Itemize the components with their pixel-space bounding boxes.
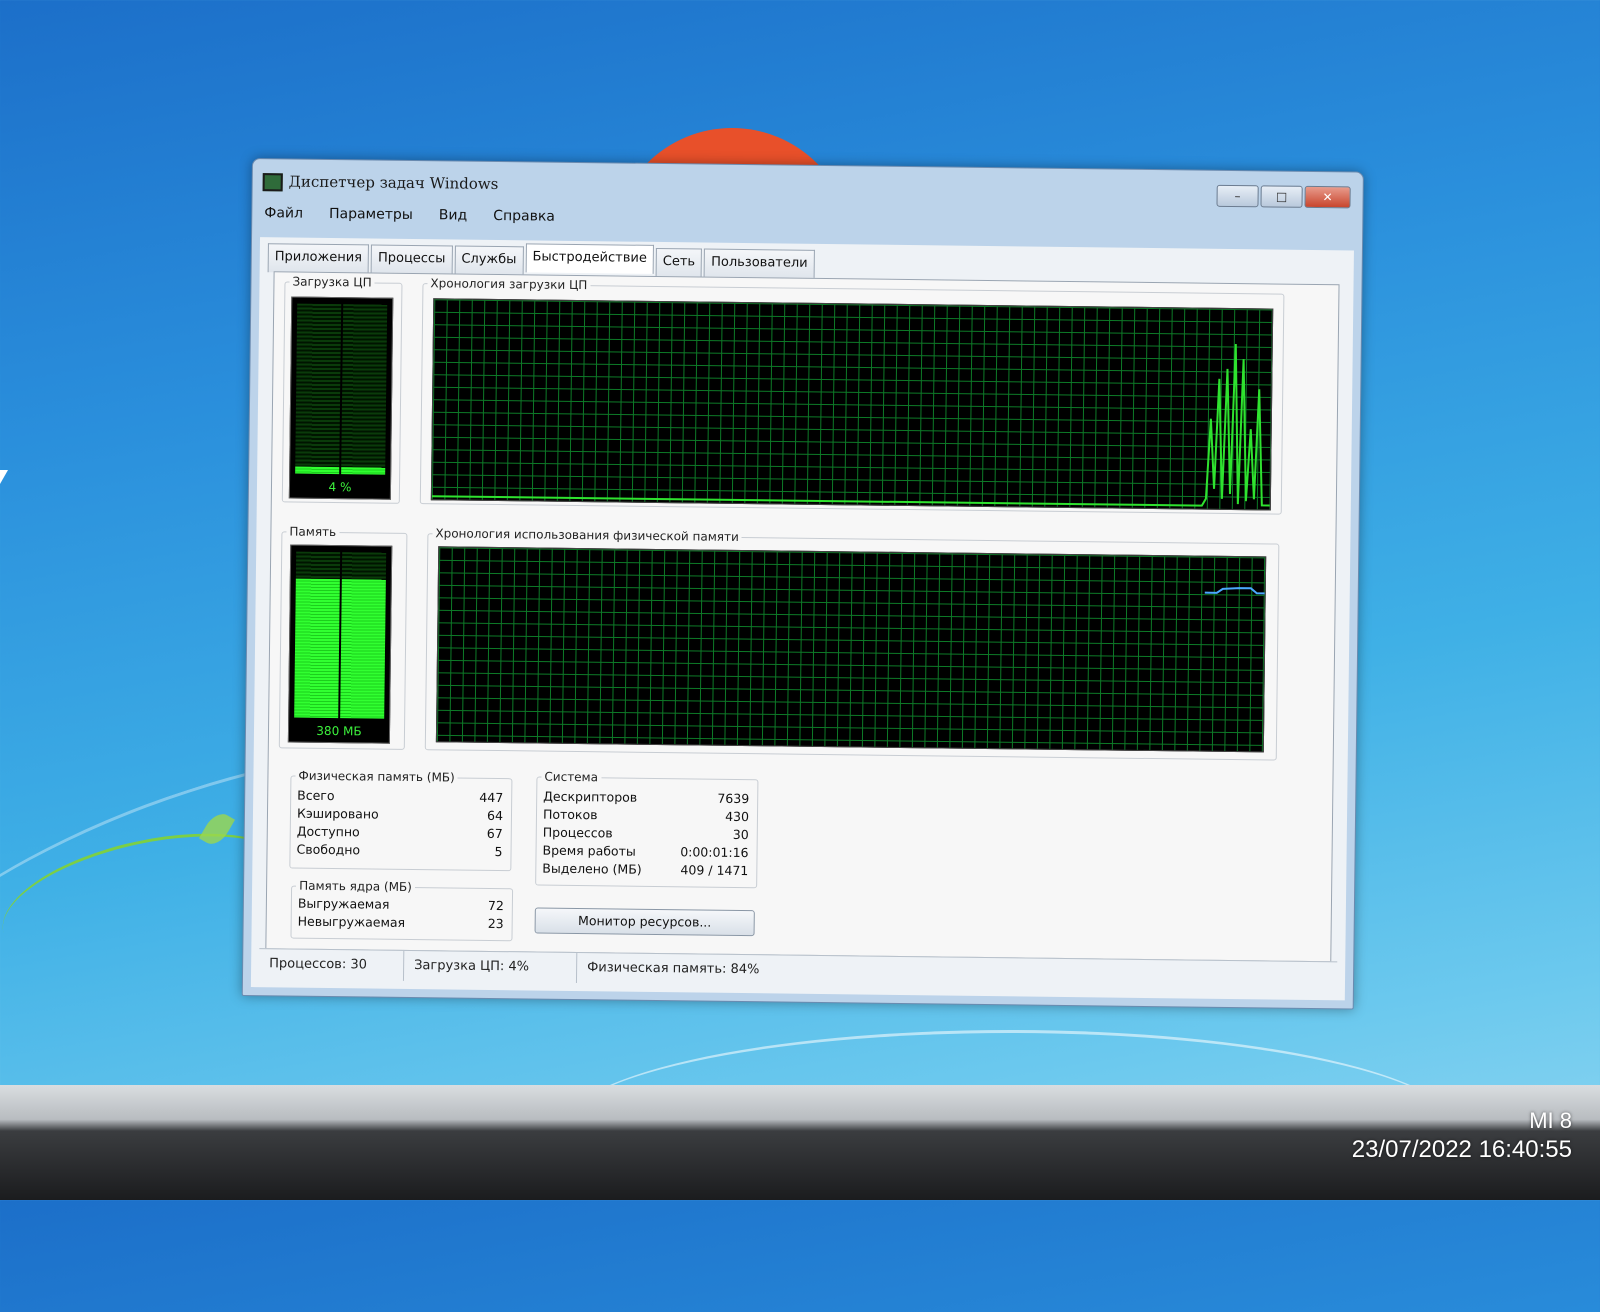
tab-processes[interactable]: Процессы — [370, 244, 453, 275]
task-manager-window: Диспетчер задач Windows – □ ✕ Файл Парам… — [241, 158, 1364, 1010]
cpu-history-label: Хронология загрузки ЦП — [430, 276, 588, 293]
system-label: Система — [544, 769, 599, 785]
status-cpu: Загрузка ЦП: 4% — [403, 950, 578, 984]
stat-value: 72 — [487, 897, 504, 914]
resource-monitor-button[interactable]: Монитор ресурсов... — [534, 907, 755, 937]
memory-history-chart — [1204, 587, 1265, 595]
stat-name: Свободно — [296, 841, 361, 858]
cpu-usage-group: Загрузка ЦП 4 % — [281, 274, 403, 504]
window-title: Диспетчер задач Windows — [288, 172, 499, 194]
stat-name: Дескрипторов — [543, 788, 638, 805]
stat-name: Кэшировано — [296, 805, 379, 822]
photo-watermark-datetime: 23/07/2022 16:40:55 — [1351, 1136, 1572, 1163]
task-manager-icon — [262, 173, 283, 192]
close-button[interactable]: ✕ — [1304, 185, 1351, 209]
stat-value: 23 — [487, 915, 504, 932]
cpu-history-graph — [430, 298, 1274, 511]
memory-label: Память — [289, 524, 337, 540]
stat-value: 447 — [479, 789, 504, 806]
memory-history-label: Хронология использования физической памя… — [435, 526, 739, 544]
cpu-usage-value: 4 % — [328, 479, 352, 495]
tab-applications[interactable]: Приложения — [267, 243, 370, 274]
memory-value: 380 МБ — [316, 723, 362, 739]
physical-memory-group: Физическая память (МБ) Всего 447 Кэширова… — [289, 768, 513, 872]
stat-row: Выделено (МБ) 409 / 1471 — [542, 860, 748, 881]
memory-group: Память 380 МБ — [278, 524, 408, 750]
stat-name: Выделено (МБ) — [542, 860, 642, 877]
tab-networking[interactable]: Сеть — [655, 247, 703, 278]
stat-row: Свободно 5 — [296, 841, 502, 862]
status-memory: Физическая память: 84% — [587, 960, 760, 978]
client-area: Приложения Процессы Службы Быстродействи… — [250, 237, 1354, 1001]
cpu-usage-label: Загрузка ЦП — [292, 274, 372, 290]
cpu-history-group: Хронология загрузки ЦП — [419, 276, 1285, 515]
maximize-button[interactable]: □ — [1260, 185, 1303, 208]
tab-users[interactable]: Пользователи — [703, 248, 815, 279]
stat-name: Процессов — [542, 824, 613, 841]
stat-row: Невыгружаемая 23 — [298, 913, 504, 934]
menu-file[interactable]: Файл — [260, 203, 307, 224]
photo-watermark-brand: MI 8 — [1529, 1108, 1572, 1133]
system-group: Система Дескрипторов 7639 Потоков 430 Проц… — [535, 769, 759, 889]
minimize-button[interactable]: – — [1216, 184, 1259, 208]
memory-meter-fill — [294, 578, 340, 719]
menu-view[interactable]: Вид — [435, 205, 472, 225]
cpu-history-chart — [431, 343, 1270, 507]
stat-name: Выгружаемая — [297, 895, 390, 912]
kernel-memory-group: Память ядра (МБ) Выгружаемая 72 Невыгружа… — [290, 878, 514, 942]
stat-value: 30 — [732, 826, 749, 843]
stat-name: Невыгружаемая — [297, 913, 406, 930]
physical-memory-label: Физическая память (МБ) — [298, 768, 455, 785]
stat-name: Доступно — [296, 823, 360, 840]
kernel-memory-label: Память ядра (МБ) — [299, 878, 412, 895]
cpu-meter-fill — [295, 466, 340, 475]
cpu-meter-fill — [341, 467, 386, 475]
performance-panel: Загрузка ЦП 4 % Хронология загрузки ЦП П… — [265, 271, 1340, 963]
tab-services[interactable]: Службы — [454, 245, 524, 276]
menu-options[interactable]: Параметры — [325, 204, 417, 225]
stat-value: 409 / 1471 — [680, 862, 749, 879]
memory-history-graph — [435, 546, 1267, 753]
stat-value: 5 — [494, 844, 503, 860]
status-processes: Процессов: 30 — [258, 949, 405, 981]
tab-performance[interactable]: Быстродействие — [525, 243, 655, 274]
stat-name: Потоков — [542, 806, 598, 823]
cpu-usage-meter: 4 % — [288, 296, 394, 500]
menu-help[interactable]: Справка — [489, 206, 559, 227]
stat-value: 64 — [486, 807, 504, 824]
stat-value: 430 — [725, 808, 750, 825]
stat-name: Время работы — [542, 842, 636, 859]
stat-name: Всего — [297, 787, 335, 804]
memory-meter-fill — [340, 578, 386, 719]
memory-meter: 380 МБ — [287, 544, 393, 744]
stat-value: 0:00:01:16 — [680, 844, 749, 861]
memory-history-line — [1204, 587, 1265, 595]
cpu-history-line — [431, 343, 1270, 507]
menu-bar: Файл Параметры Вид Справка — [260, 203, 559, 227]
mouse-cursor-icon — [0, 470, 8, 484]
stat-value: 67 — [486, 825, 503, 842]
stat-value: 7639 — [717, 790, 750, 807]
memory-history-group: Хронология использования физической памя… — [424, 526, 1280, 761]
